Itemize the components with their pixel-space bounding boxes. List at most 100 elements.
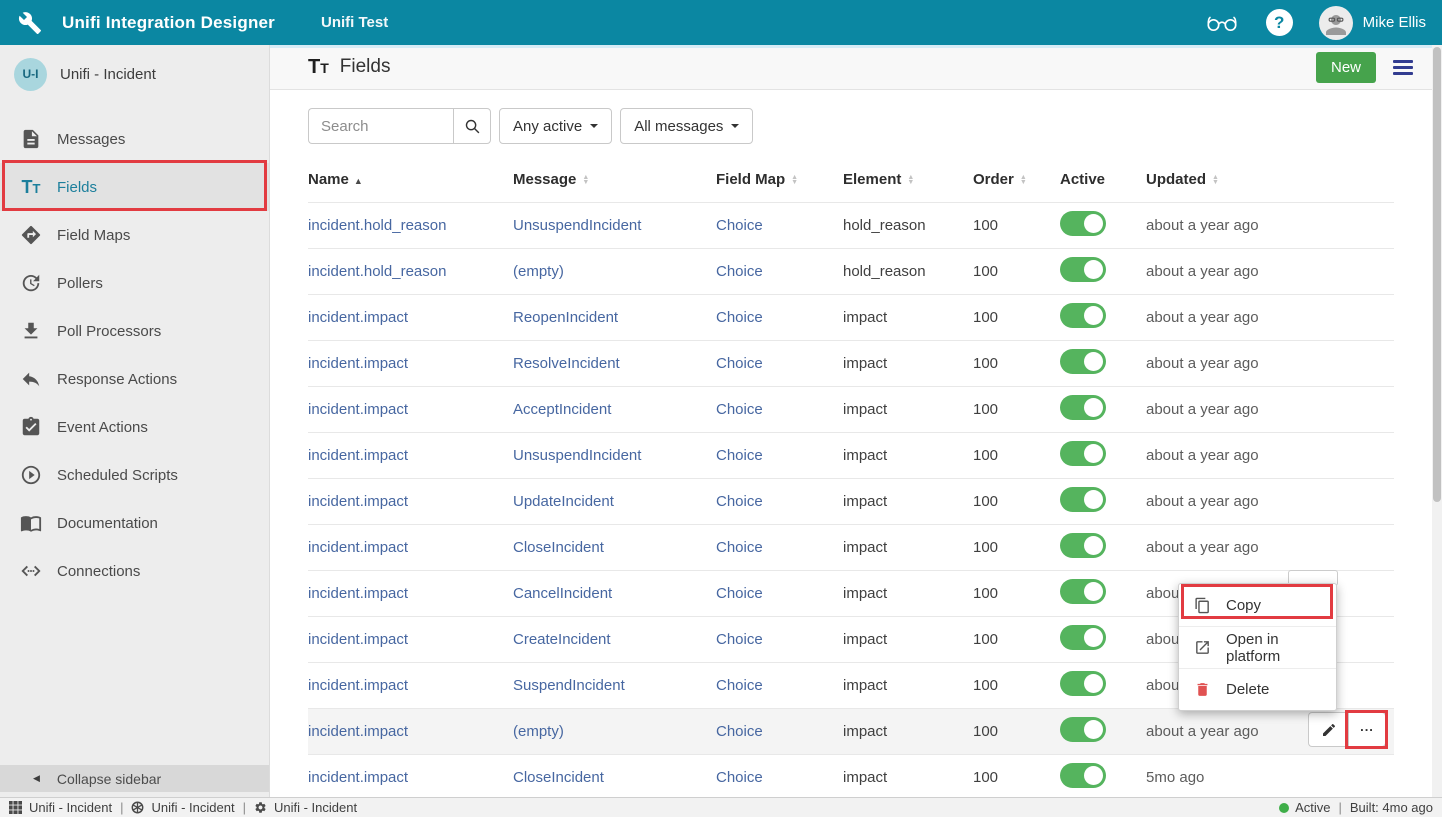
field-name-link[interactable]: incident.impact (308, 769, 408, 786)
active-toggle[interactable] (1060, 349, 1106, 374)
field-map-link[interactable]: Choice (716, 217, 763, 234)
field-name-link[interactable]: incident.impact (308, 539, 408, 556)
more-button[interactable]: ... (1348, 712, 1386, 747)
integration-name: Unifi - Incident (60, 66, 156, 83)
fields-tt-icon: TT (308, 57, 329, 77)
order-value: 100 (973, 263, 998, 280)
active-toggle[interactable] (1060, 257, 1106, 282)
sidebar-item-pollers[interactable]: Pollers (0, 259, 269, 307)
edit-button[interactable] (1308, 712, 1348, 747)
message-link[interactable]: SuspendIncident (513, 677, 625, 694)
field-map-link[interactable]: Choice (716, 447, 763, 464)
search-button[interactable] (453, 108, 491, 144)
message-link[interactable]: ReopenIncident (513, 309, 618, 326)
column-header-order[interactable]: Order▲▼ (973, 158, 1060, 202)
field-map-link[interactable]: Choice (716, 401, 763, 418)
sidebar-item-response-actions[interactable]: Response Actions (0, 355, 269, 403)
field-name-link[interactable]: incident.impact (308, 447, 408, 464)
message-link[interactable]: ResolveIncident (513, 355, 620, 372)
field-name-link[interactable]: incident.impact (308, 355, 408, 372)
sidebar-item-scheduled-scripts[interactable]: Scheduled Scripts (0, 451, 269, 499)
active-toggle[interactable] (1060, 303, 1106, 328)
message-link[interactable]: (empty) (513, 723, 564, 740)
menu-item-copy[interactable]: Copy (1179, 584, 1336, 626)
message-link[interactable]: CreateIncident (513, 631, 611, 648)
column-header-updated[interactable]: Updated▲▼ (1146, 158, 1394, 202)
field-map-link[interactable]: Choice (716, 769, 763, 786)
column-label: Active (1060, 171, 1105, 188)
statusbar-item[interactable]: Unifi - Incident (9, 800, 112, 815)
order-value: 100 (973, 355, 998, 372)
message-link[interactable]: UpdateIncident (513, 493, 614, 510)
field-name-link[interactable]: incident.impact (308, 631, 408, 648)
field-map-link[interactable]: Choice (716, 355, 763, 372)
sidebar-item-poll-processors[interactable]: Poll Processors (0, 307, 269, 355)
field-name-link[interactable]: incident.impact (308, 677, 408, 694)
active-toggle[interactable] (1060, 579, 1106, 604)
user-name[interactable]: Mike Ellis (1363, 14, 1426, 31)
delete-icon (1194, 681, 1211, 698)
glasses-icon[interactable] (1206, 14, 1238, 32)
sidebar-item-documentation[interactable]: Documentation (0, 499, 269, 547)
message-link[interactable]: (empty) (513, 263, 564, 280)
sidebar-item-fields[interactable]: TTFields (0, 163, 269, 211)
message-link[interactable]: UnsuspendIncident (513, 447, 641, 464)
menu-item-delete[interactable]: Delete (1179, 668, 1336, 710)
user-avatar[interactable] (1319, 6, 1353, 40)
active-toggle[interactable] (1060, 533, 1106, 558)
element-value: impact (843, 631, 887, 648)
field-name-link[interactable]: incident.hold_reason (308, 263, 446, 280)
help-icon[interactable]: ? (1266, 9, 1293, 36)
active-toggle[interactable] (1060, 625, 1106, 650)
statusbar-item-label: Unifi - Incident (274, 800, 357, 815)
field-map-link[interactable]: Choice (716, 677, 763, 694)
active-toggle[interactable] (1060, 211, 1106, 236)
column-header-name[interactable]: Name▲ (308, 158, 513, 202)
column-header-field-map[interactable]: Field Map▲▼ (716, 158, 843, 202)
field-map-link[interactable]: Choice (716, 631, 763, 648)
field-name-link[interactable]: incident.hold_reason (308, 217, 446, 234)
sidebar-item-messages[interactable]: Messages (0, 115, 269, 163)
message-link[interactable]: UnsuspendIncident (513, 217, 641, 234)
field-map-link[interactable]: Choice (716, 493, 763, 510)
updated-value: about a year ago (1146, 217, 1259, 234)
menu-item-open-in-platform[interactable]: Open in platform (1179, 626, 1336, 668)
field-name-link[interactable]: incident.impact (308, 493, 408, 510)
active-filter-dropdown[interactable]: Any active (499, 108, 612, 144)
field-map-link[interactable]: Choice (716, 263, 763, 280)
new-button[interactable]: New (1316, 52, 1376, 83)
active-toggle[interactable] (1060, 717, 1106, 742)
message-link[interactable]: CancelIncident (513, 585, 612, 602)
statusbar-item[interactable]: Unifi - Incident (131, 800, 234, 815)
column-header-message[interactable]: Message▲▼ (513, 158, 716, 202)
active-toggle[interactable] (1060, 441, 1106, 466)
message-link[interactable]: CloseIncident (513, 769, 604, 786)
message-filter-dropdown[interactable]: All messages (620, 108, 753, 144)
field-name-link[interactable]: incident.impact (308, 723, 408, 740)
integration-header[interactable]: U-I Unifi - Incident (0, 45, 269, 103)
field-name-link[interactable]: incident.impact (308, 309, 408, 326)
sidebar-item-connections[interactable]: Connections (0, 547, 269, 595)
message-link[interactable]: CloseIncident (513, 539, 604, 556)
scrollbar-thumb[interactable] (1433, 47, 1441, 502)
message-link[interactable]: AcceptIncident (513, 401, 611, 418)
sidebar-item-event-actions[interactable]: Event Actions (0, 403, 269, 451)
sidebar-item-field-maps[interactable]: Field Maps (0, 211, 269, 259)
field-map-link[interactable]: Choice (716, 539, 763, 556)
search-input[interactable] (308, 108, 453, 144)
vertical-scrollbar[interactable] (1432, 45, 1442, 797)
statusbar-item[interactable]: Unifi - Incident (254, 800, 357, 815)
fields-icon: TT (19, 175, 43, 199)
active-toggle[interactable] (1060, 487, 1106, 512)
collapse-sidebar-button[interactable]: ◀ Collapse sidebar (0, 765, 269, 792)
field-name-link[interactable]: incident.impact (308, 401, 408, 418)
active-toggle[interactable] (1060, 763, 1106, 788)
field-map-link[interactable]: Choice (716, 309, 763, 326)
active-toggle[interactable] (1060, 395, 1106, 420)
active-toggle[interactable] (1060, 671, 1106, 696)
field-name-link[interactable]: incident.impact (308, 585, 408, 602)
field-map-link[interactable]: Choice (716, 723, 763, 740)
column-header-element[interactable]: Element▲▼ (843, 158, 973, 202)
field-map-link[interactable]: Choice (716, 585, 763, 602)
menu-hamburger-icon[interactable] (1393, 57, 1413, 78)
